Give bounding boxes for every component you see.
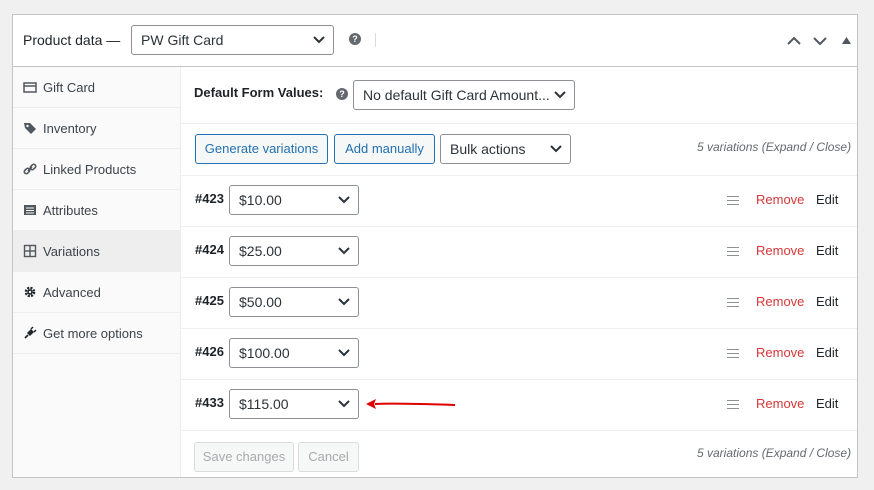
tab-get-more-options[interactable]: Get more options <box>13 313 180 354</box>
chevron-down-icon <box>338 247 350 255</box>
bulk-actions-value: Bulk actions <box>450 141 526 157</box>
chevron-down-icon <box>338 349 350 357</box>
link-icon <box>23 163 37 175</box>
tab-linked-products[interactable]: Linked Products <box>13 149 180 190</box>
tag-icon <box>24 123 36 134</box>
edit-link[interactable]: Edit <box>816 294 838 309</box>
cancel-button[interactable]: Cancel <box>298 442 359 472</box>
tab-variations[interactable]: Variations <box>13 231 180 272</box>
tab-label: Gift Card <box>43 80 96 95</box>
variations-toolbar: Generate variations Add manually Bulk ac… <box>181 123 857 176</box>
product-data-tabs: Gift Card Inventory Linked Products Attr… <box>13 67 181 477</box>
variation-id: #425 <box>195 293 224 308</box>
variation-id: #426 <box>195 344 224 359</box>
variation-amount-value: $25.00 <box>239 243 282 259</box>
default-form-values-label: Default Form Values: <box>194 85 324 100</box>
variation-row-423: #423 $10.00 Remove Edit <box>181 175 857 227</box>
variation-row-433: #433 $115.00 Remove Edit <box>181 379 857 431</box>
remove-link[interactable]: Remove <box>756 192 804 207</box>
chevron-down-icon <box>338 298 350 306</box>
drag-handle-icon[interactable] <box>727 298 739 307</box>
edit-link[interactable]: Edit <box>816 396 838 411</box>
tab-label: Inventory <box>43 121 97 136</box>
variation-row-426: #426 $100.00 Remove Edit <box>181 328 857 380</box>
variation-id: #423 <box>195 191 224 206</box>
tab-label: Get more options <box>43 326 143 341</box>
variation-amount-select[interactable]: $25.00 <box>229 236 359 266</box>
variation-amount-value: $115.00 <box>239 396 289 412</box>
edit-link[interactable]: Edit <box>816 345 838 360</box>
edit-link[interactable]: Edit <box>816 243 838 258</box>
edit-link[interactable]: Edit <box>816 192 838 207</box>
chevron-down-icon <box>338 400 350 408</box>
variations-count[interactable]: 5 variations (Expand / Close) <box>697 446 851 460</box>
tab-label: Attributes <box>43 203 98 218</box>
drag-handle-icon[interactable] <box>727 400 739 409</box>
variation-amount-select[interactable]: $10.00 <box>229 185 359 215</box>
panel-header: Product data — PW Gift Card ? <box>13 15 857 67</box>
variation-id: #433 <box>195 395 224 410</box>
product-type-value: PW Gift Card <box>141 32 224 48</box>
remove-link[interactable]: Remove <box>756 345 804 360</box>
drag-handle-icon[interactable] <box>727 196 739 205</box>
help-icon[interactable]: ? <box>336 88 348 100</box>
product-type-select[interactable]: PW Gift Card <box>131 25 334 55</box>
variation-amount-select[interactable]: $50.00 <box>229 287 359 317</box>
variation-amount-value: $50.00 <box>239 294 282 310</box>
tab-inventory[interactable]: Inventory <box>13 108 180 149</box>
variations-count[interactable]: 5 variations (Expand / Close) <box>697 140 851 154</box>
tab-label: Linked Products <box>43 162 137 177</box>
grid-icon <box>23 244 37 258</box>
bulk-actions-select[interactable]: Bulk actions <box>440 134 571 164</box>
variation-row-425: #425 $50.00 Remove Edit <box>181 277 857 329</box>
card-icon <box>23 82 37 93</box>
chevron-down-icon <box>550 145 562 153</box>
variation-row-424: #424 $25.00 Remove Edit <box>181 226 857 278</box>
plug-icon <box>24 326 37 339</box>
remove-link[interactable]: Remove <box>756 243 804 258</box>
chevron-down-icon <box>554 91 566 99</box>
chevron-down-icon <box>313 36 325 44</box>
tab-label: Advanced <box>43 285 101 300</box>
tab-attributes[interactable]: Attributes <box>13 190 180 231</box>
variation-amount-value: $10.00 <box>239 192 282 208</box>
panel-title: Product data — <box>23 32 121 48</box>
variation-id: #424 <box>195 242 224 257</box>
gear-icon <box>24 286 36 298</box>
variations-panel: Default Form Values: ? No default Gift C… <box>181 67 857 477</box>
header-divider <box>375 33 376 47</box>
generate-variations-button[interactable]: Generate variations <box>195 134 328 164</box>
chevron-up-icon[interactable] <box>787 36 801 46</box>
tab-advanced[interactable]: Advanced <box>13 272 180 313</box>
tab-gift-card[interactable]: Gift Card <box>13 67 180 108</box>
chevron-down-icon <box>338 196 350 204</box>
remove-link[interactable]: Remove <box>756 396 804 411</box>
save-changes-button[interactable]: Save changes <box>194 442 294 472</box>
default-form-values-row: Default Form Values: ? No default Gift C… <box>181 67 857 124</box>
remove-link[interactable]: Remove <box>756 294 804 309</box>
tab-label: Variations <box>43 244 100 259</box>
variation-amount-select[interactable]: $100.00 <box>229 338 359 368</box>
help-icon[interactable]: ? <box>349 33 361 45</box>
chevron-down-icon[interactable] <box>813 36 827 46</box>
default-amount-value: No default Gift Card Amount... <box>363 87 550 103</box>
drag-handle-icon[interactable] <box>727 349 739 358</box>
add-manually-button[interactable]: Add manually <box>334 134 435 164</box>
variations-footer: Save changes Cancel 5 variations (Expand… <box>181 442 857 477</box>
annotation-arrow-icon <box>366 399 456 409</box>
variation-amount-value: $100.00 <box>239 345 290 361</box>
collapse-triangle-icon[interactable] <box>842 37 851 44</box>
list-icon <box>24 205 36 215</box>
drag-handle-icon[interactable] <box>727 247 739 256</box>
default-amount-select[interactable]: No default Gift Card Amount... <box>353 80 575 110</box>
product-data-panel: Product data — PW Gift Card ? Gift Card … <box>12 14 858 478</box>
variation-amount-select[interactable]: $115.00 <box>229 389 359 419</box>
